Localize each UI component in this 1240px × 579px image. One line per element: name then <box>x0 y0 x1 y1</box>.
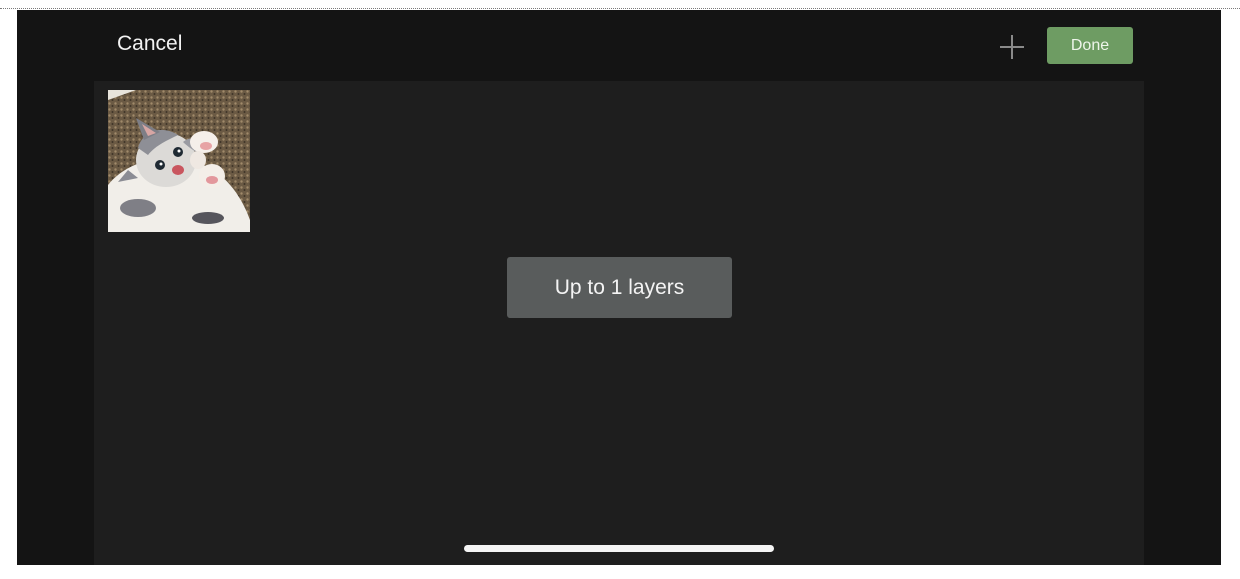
kitten-photo <box>108 90 250 232</box>
plus-icon[interactable] <box>999 34 1025 60</box>
layers-canvas: Up to 1 layers <box>94 81 1144 565</box>
layer-limit-toast: Up to 1 layers <box>507 257 732 318</box>
layer-editor-screen: Cancel Done Up to 1 layers <box>17 10 1221 565</box>
cancel-button[interactable]: Cancel <box>117 32 182 56</box>
home-indicator[interactable] <box>464 545 774 552</box>
done-button[interactable]: Done <box>1047 27 1133 64</box>
top-dotted-border <box>0 0 1240 9</box>
layer-thumbnail[interactable] <box>108 90 250 232</box>
